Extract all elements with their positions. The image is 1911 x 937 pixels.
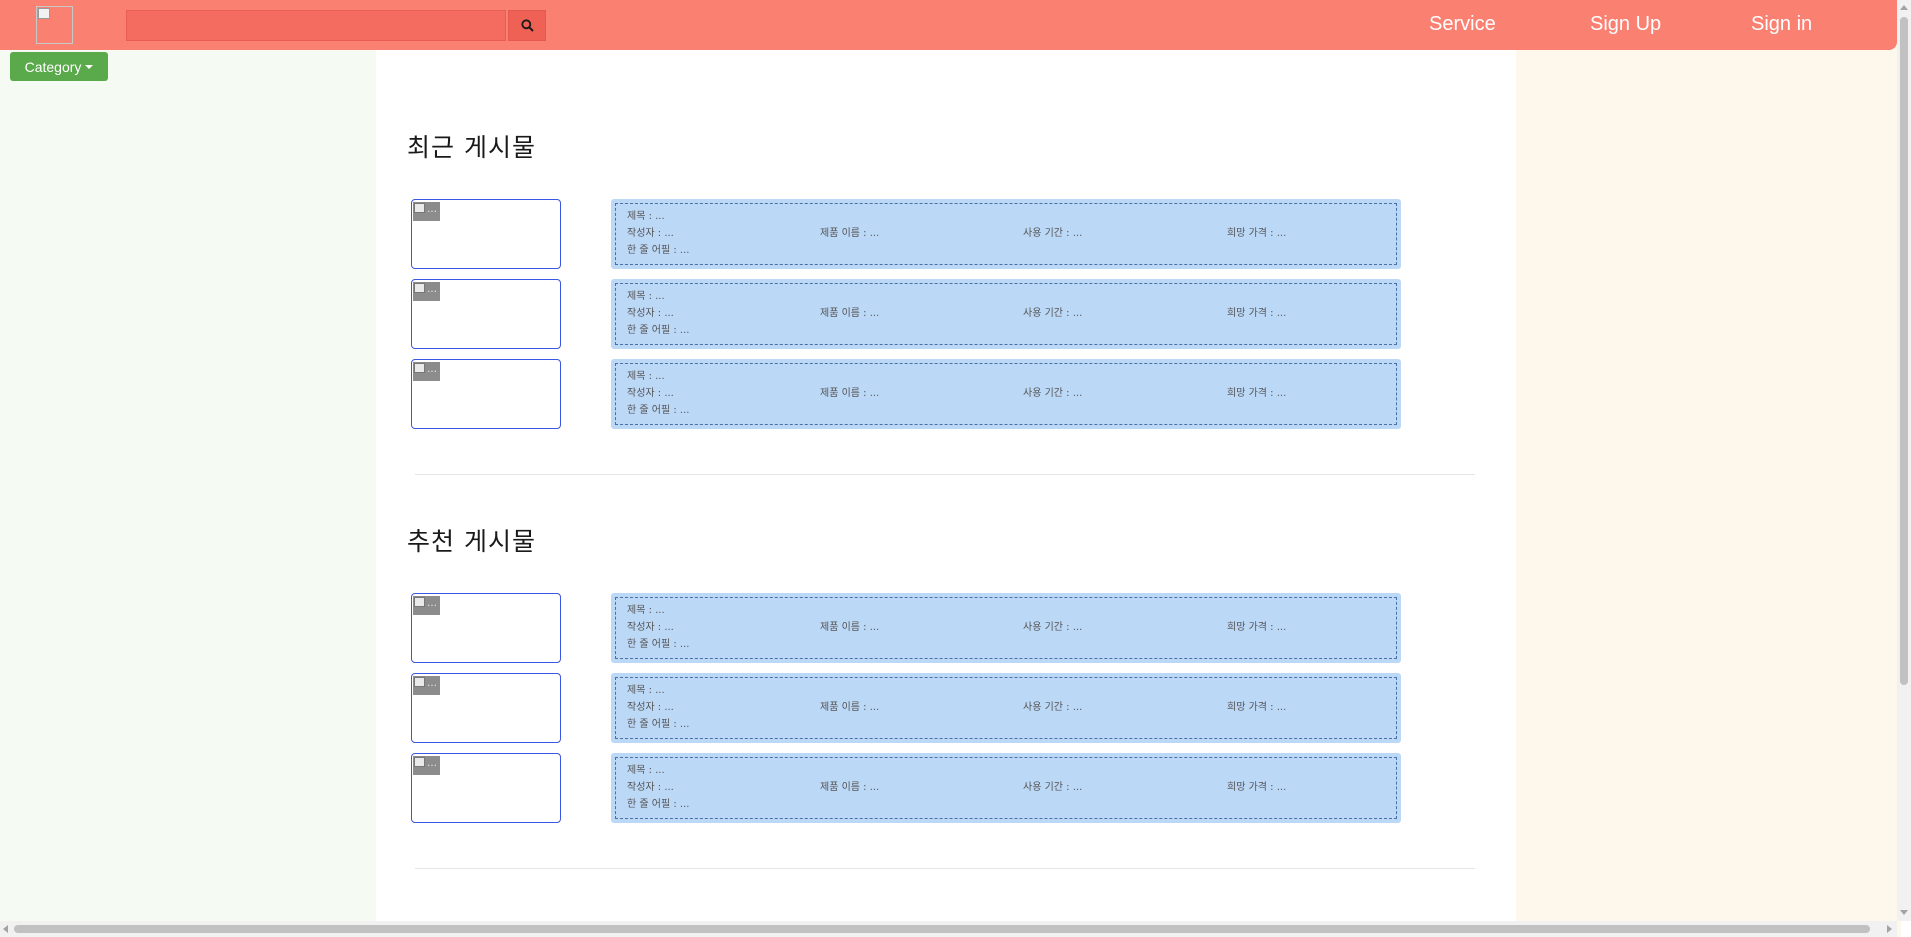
post-product-name-field: 제품 이름 : ... [820,308,880,319]
post-author-field: 작성자 : ... [627,228,674,239]
section-title-recent: 최근 게시물 [407,133,536,162]
broken-image-icon [413,282,440,301]
broken-image-icon [413,596,440,615]
post-comment-field: 한 줄 어필 : ... [627,405,690,416]
post-comment-field: 한 줄 어필 : ... [627,245,690,256]
post-price-field: 희망 가격 : ... [1227,308,1287,319]
post-card[interactable]: 제목 : ... 작성자 : ... 제품 이름 : ... 사용 기간 : ... 희… [611,753,1401,823]
section-divider [415,868,1475,869]
right-panel [1516,0,1901,937]
horizontal-scrollbar[interactable] [0,921,1897,937]
scroll-up-arrow-icon[interactable] [1900,5,1908,10]
post-thumbnail[interactable] [411,279,561,349]
horizontal-scroll-thumb[interactable] [14,925,1870,933]
broken-image-icon [413,676,440,695]
post-usage-period-field: 사용 기간 : ... [1023,622,1083,633]
post-price-field: 희망 가격 : ... [1227,702,1287,713]
scroll-left-arrow-icon[interactable] [3,925,8,933]
post-thumbnail[interactable] [411,359,561,429]
nav-signin-link[interactable]: Sign in [1751,13,1812,36]
post-title-field: 제목 : ... [627,765,665,776]
search-icon [520,19,534,32]
post-author-field: 작성자 : ... [627,782,674,793]
post-comment-field: 한 줄 어필 : ... [627,325,690,336]
post-title-field: 제목 : ... [627,291,665,302]
post-usage-period-field: 사용 기간 : ... [1023,702,1083,713]
post-card[interactable]: 제목 : ... 작성자 : ... 제품 이름 : ... 사용 기간 : ... 희… [611,359,1401,429]
post-usage-period-field: 사용 기간 : ... [1023,228,1083,239]
post-usage-period-field: 사용 기간 : ... [1023,782,1083,793]
post-card[interactable]: 제목 : ... 작성자 : ... 제품 이름 : ... 사용 기간 : ... 희… [611,593,1401,663]
search-input[interactable] [126,10,506,41]
post-card-body: 제목 : ... 작성자 : ... 제품 이름 : ... 사용 기간 : ... 희… [615,597,1397,659]
post-product-name-field: 제품 이름 : ... [820,388,880,399]
section-divider [415,474,1475,475]
post-usage-period-field: 사용 기간 : ... [1023,308,1083,319]
post-thumbnail[interactable] [411,673,561,743]
post-title-field: 제목 : ... [627,211,665,222]
post-card-body: 제목 : ... 작성자 : ... 제품 이름 : ... 사용 기간 : ... 희… [615,677,1397,739]
post-card-body: 제목 : ... 작성자 : ... 제품 이름 : ... 사용 기간 : ... 희… [615,203,1397,265]
vertical-scrollbar[interactable] [1897,0,1911,921]
post-thumbnail[interactable] [411,199,561,269]
caret-down-icon [85,64,94,69]
category-label: Category [24,58,82,75]
category-dropdown-button[interactable]: Category [10,52,108,81]
post-product-name-field: 제품 이름 : ... [820,782,880,793]
post-card[interactable]: 제목 : ... 작성자 : ... 제품 이름 : ... 사용 기간 : ... 희… [611,279,1401,349]
post-card-body: 제목 : ... 작성자 : ... 제품 이름 : ... 사용 기간 : ... 희… [615,363,1397,425]
next-section-title-cutoff [407,912,527,921]
post-author-field: 작성자 : ... [627,622,674,633]
post-thumbnail[interactable] [411,753,561,823]
scroll-right-arrow-icon[interactable] [1887,925,1892,933]
post-comment-field: 한 줄 어필 : ... [627,799,690,810]
post-price-field: 희망 가격 : ... [1227,622,1287,633]
left-panel [0,0,376,937]
broken-image-icon [413,202,440,221]
post-product-name-field: 제품 이름 : ... [820,622,880,633]
post-thumbnail[interactable] [411,593,561,663]
scroll-down-arrow-icon[interactable] [1900,910,1908,915]
post-product-name-field: 제품 이름 : ... [820,228,880,239]
post-card[interactable]: 제목 : ... 작성자 : ... 제품 이름 : ... 사용 기간 : ... 희… [611,199,1401,269]
post-author-field: 작성자 : ... [627,702,674,713]
post-comment-field: 한 줄 어필 : ... [627,719,690,730]
search-button[interactable] [508,10,546,41]
post-author-field: 작성자 : ... [627,388,674,399]
section-title-recommended: 추천 게시물 [407,527,536,556]
post-title-field: 제목 : ... [627,685,665,696]
post-price-field: 희망 가격 : ... [1227,388,1287,399]
post-author-field: 작성자 : ... [627,308,674,319]
post-price-field: 희망 가격 : ... [1227,782,1287,793]
top-nav-bar: Service Sign Up Sign in [0,0,1897,50]
post-card-body: 제목 : ... 작성자 : ... 제품 이름 : ... 사용 기간 : ... 희… [615,757,1397,819]
post-card[interactable]: 제목 : ... 작성자 : ... 제품 이름 : ... 사용 기간 : ... 희… [611,673,1401,743]
broken-image-icon [413,756,440,775]
post-product-name-field: 제품 이름 : ... [820,702,880,713]
logo[interactable] [36,6,73,44]
vertical-scroll-thumb[interactable] [1900,17,1908,685]
post-price-field: 희망 가격 : ... [1227,228,1287,239]
post-card-body: 제목 : ... 작성자 : ... 제품 이름 : ... 사용 기간 : ... 희… [615,283,1397,345]
post-title-field: 제목 : ... [627,605,665,616]
broken-image-icon [413,362,440,381]
nav-signup-link[interactable]: Sign Up [1590,13,1661,36]
post-title-field: 제목 : ... [627,371,665,382]
post-usage-period-field: 사용 기간 : ... [1023,388,1083,399]
nav-service-link[interactable]: Service [1429,13,1496,36]
post-comment-field: 한 줄 어필 : ... [627,639,690,650]
